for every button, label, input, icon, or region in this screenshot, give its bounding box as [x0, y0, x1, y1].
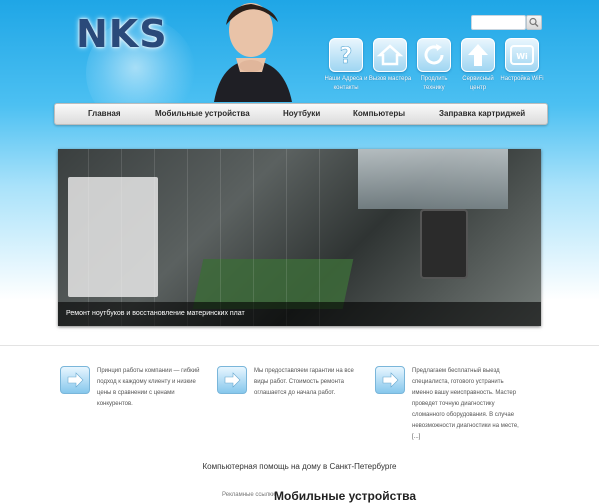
search-icon [529, 17, 539, 28]
slide-strip [286, 149, 287, 326]
svg-text:Wi: Wi [516, 52, 528, 61]
arrow-right-icon [60, 366, 90, 394]
nav-item-laptops[interactable]: Ноутбуки [283, 109, 320, 118]
slide-caption-bar: Ремонт ноутбуков и восстановление матери… [58, 302, 541, 326]
slide-caption: Ремонт ноутбуков и восстановление матери… [66, 310, 245, 317]
quick-link-renew[interactable]: Продлить технику [410, 38, 458, 93]
main-navigation: Главная Мобильные устройства Ноутбуки Ко… [54, 103, 548, 125]
slide-power-supply-image [68, 177, 158, 297]
slide-strip [121, 149, 122, 326]
quick-link-label: Наши Адреса и контакты [324, 76, 368, 91]
site-logo[interactable]: NKS [76, 12, 168, 56]
nav-item-cartridges[interactable]: Заправка картриджей [439, 109, 525, 118]
quick-link-label: Настройка WiFi [500, 76, 544, 82]
search-input[interactable] [471, 15, 526, 30]
section-divider [0, 345, 599, 346]
feature-text: Принцип работы компании — гибкий подход … [97, 368, 200, 407]
slide-strip [319, 149, 320, 326]
image-slider[interactable]: Ремонт ноутбуков и восстановление матери… [58, 149, 541, 326]
quick-link-label: Сервисный центр [462, 76, 494, 91]
arrow-right-icon [217, 366, 247, 394]
slide-strip [88, 149, 89, 326]
feature-text: Мы предоставляем гарантии на все виды ра… [254, 368, 354, 396]
quick-link-wifi[interactable]: Wi Настройка WiFi [498, 38, 546, 84]
search-button[interactable] [526, 15, 542, 30]
upload-icon [468, 44, 488, 66]
slide-monitor-image [358, 149, 508, 209]
refresh-icon [424, 44, 444, 65]
slide-strip [187, 149, 188, 326]
quick-link-service[interactable]: Сервисный центр [454, 38, 502, 93]
quick-link-label: Продлить технику [420, 76, 448, 91]
wifi-icon: Wi [510, 45, 534, 65]
question-icon: ? [339, 44, 353, 70]
footer-tagline: Компьютерная помощь на дому в Санкт-Пете… [202, 462, 397, 471]
quick-link-label: Вызов мастера [368, 76, 412, 82]
home-icon [376, 44, 404, 66]
header-model-image [214, 3, 292, 102]
quick-link-contacts[interactable]: ? Наши Адреса и контакты [322, 38, 370, 93]
section-heading: Мобильные устройства [274, 489, 417, 503]
quick-link-master[interactable]: Вызов мастера [366, 38, 414, 84]
svg-text:?: ? [340, 44, 353, 69]
arrow-right-icon [375, 366, 405, 394]
nav-item-mobile[interactable]: Мобильные устройства [155, 109, 250, 118]
nav-item-computers[interactable]: Компьютеры [353, 109, 405, 118]
ads-label: Рекламные ссылки [222, 492, 276, 498]
slide-strip [154, 149, 155, 326]
slide-strip [253, 149, 254, 326]
slide-multimeter-image [420, 209, 468, 279]
slide-strip [220, 149, 221, 326]
nav-item-home[interactable]: Главная [88, 109, 121, 118]
feature-text: Предлагаем бесплатный выезд специалиста,… [412, 368, 519, 440]
